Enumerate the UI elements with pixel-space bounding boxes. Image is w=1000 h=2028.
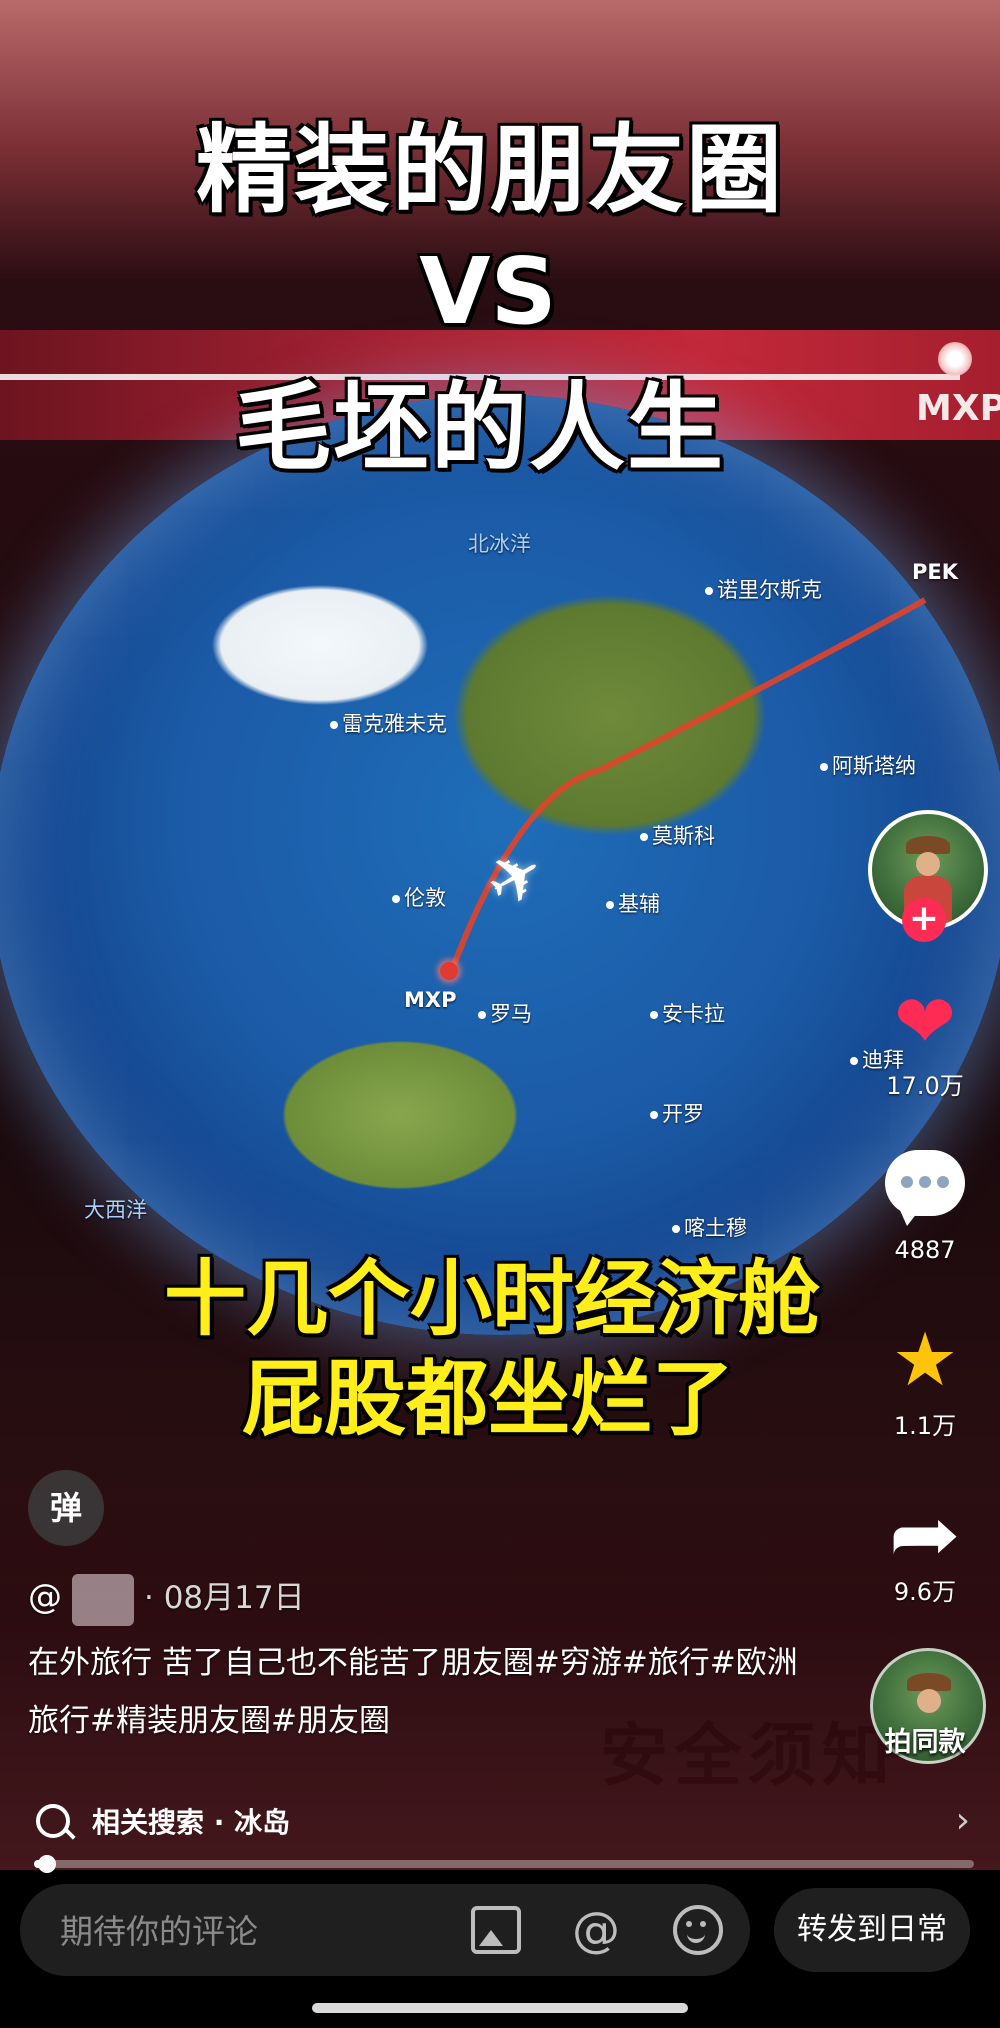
author-name-blurred[interactable] bbox=[72, 1573, 134, 1626]
comment-count: 4887 bbox=[894, 1236, 956, 1264]
same-style-label[interactable]: 拍同款 bbox=[860, 1720, 990, 1759]
map-label-ankara: 安卡拉 bbox=[650, 998, 725, 1028]
image-picker-button[interactable] bbox=[470, 1904, 522, 1956]
map-label-atlantic: 大西洋 bbox=[84, 1198, 147, 1222]
video-title-line-3: 毛坯的人生 bbox=[235, 372, 725, 484]
same-style-face bbox=[917, 1689, 941, 1713]
origin-marker bbox=[440, 962, 458, 980]
related-search-bar[interactable]: 相关搜索 · 冰岛 › bbox=[0, 1790, 1000, 1852]
map-label-moscow: 莫斯科 bbox=[640, 820, 715, 850]
like-count: 17.0万 bbox=[886, 1072, 964, 1100]
video-caption-line-2: 屁股都坐烂了 bbox=[241, 1352, 734, 1447]
map-label-pek: PEK bbox=[912, 560, 959, 584]
map-label-mxp: MXP bbox=[404, 988, 457, 1012]
map-label-cairo: 开罗 bbox=[650, 1098, 704, 1128]
map-label-reykjavik: 雷克雅未克 bbox=[330, 708, 447, 738]
share-icon: ➦ bbox=[889, 1490, 961, 1580]
heart-icon: ❤ bbox=[893, 979, 956, 1065]
share-count: 9.6万 bbox=[893, 1578, 957, 1606]
map-label-astana: 阿斯塔纳 bbox=[820, 750, 916, 780]
comment-button[interactable] bbox=[860, 1150, 990, 1226]
map-label-arctic: 北冰洋 bbox=[468, 532, 531, 556]
emoji-button[interactable] bbox=[672, 1904, 724, 1956]
danmaku-toggle-button[interactable]: 弹 bbox=[28, 1470, 104, 1546]
at-icon: @ bbox=[572, 1902, 620, 1958]
comment-input[interactable] bbox=[58, 1906, 422, 1956]
author-row[interactable]: @ · 08月17日 bbox=[28, 1572, 305, 1626]
map-label-norilsk: 诺里尔斯克 bbox=[705, 574, 822, 604]
comment-icon bbox=[885, 1150, 965, 1226]
post-description[interactable]: 在外旅行 苦了自己也不能苦了朋友圈#穷游#旅行#欧洲旅行#精装朋友圈#朋友圈 bbox=[28, 1634, 828, 1750]
forward-to-daily-button[interactable]: 转发到日常 bbox=[774, 1888, 970, 1972]
emoji-icon bbox=[673, 1905, 723, 1955]
home-indicator[interactable] bbox=[312, 2003, 688, 2013]
like-button[interactable]: ❤ bbox=[860, 982, 990, 1062]
at-symbol: @ bbox=[28, 1577, 62, 1617]
map-label-london: 伦敦 bbox=[392, 882, 446, 912]
video-title-line-1: 精装的朋友圈 bbox=[196, 114, 784, 226]
video-progress-bar[interactable] bbox=[34, 1855, 974, 1873]
post-date: · 08月17日 bbox=[144, 1580, 305, 1616]
star-icon: ★ bbox=[891, 1317, 959, 1403]
search-icon bbox=[36, 1804, 70, 1838]
video-progress-knob[interactable] bbox=[38, 1855, 56, 1873]
related-search-label: 相关搜索 · 冰岛 bbox=[92, 1806, 291, 1839]
follow-button[interactable]: + bbox=[902, 898, 946, 942]
share-button[interactable]: ➦ bbox=[860, 1490, 990, 1580]
mention-button[interactable]: @ bbox=[570, 1904, 622, 1956]
chevron-right-icon: › bbox=[955, 1800, 970, 1841]
map-label-rome: 罗马 bbox=[478, 998, 532, 1028]
map-label-kyiv: 基辅 bbox=[606, 888, 660, 918]
favorite-count: 1.1万 bbox=[893, 1412, 957, 1440]
video-title-line-2: VS bbox=[419, 238, 557, 345]
image-icon bbox=[471, 1906, 521, 1954]
favorite-button[interactable]: ★ bbox=[860, 1320, 990, 1400]
avatar-face bbox=[916, 852, 940, 876]
